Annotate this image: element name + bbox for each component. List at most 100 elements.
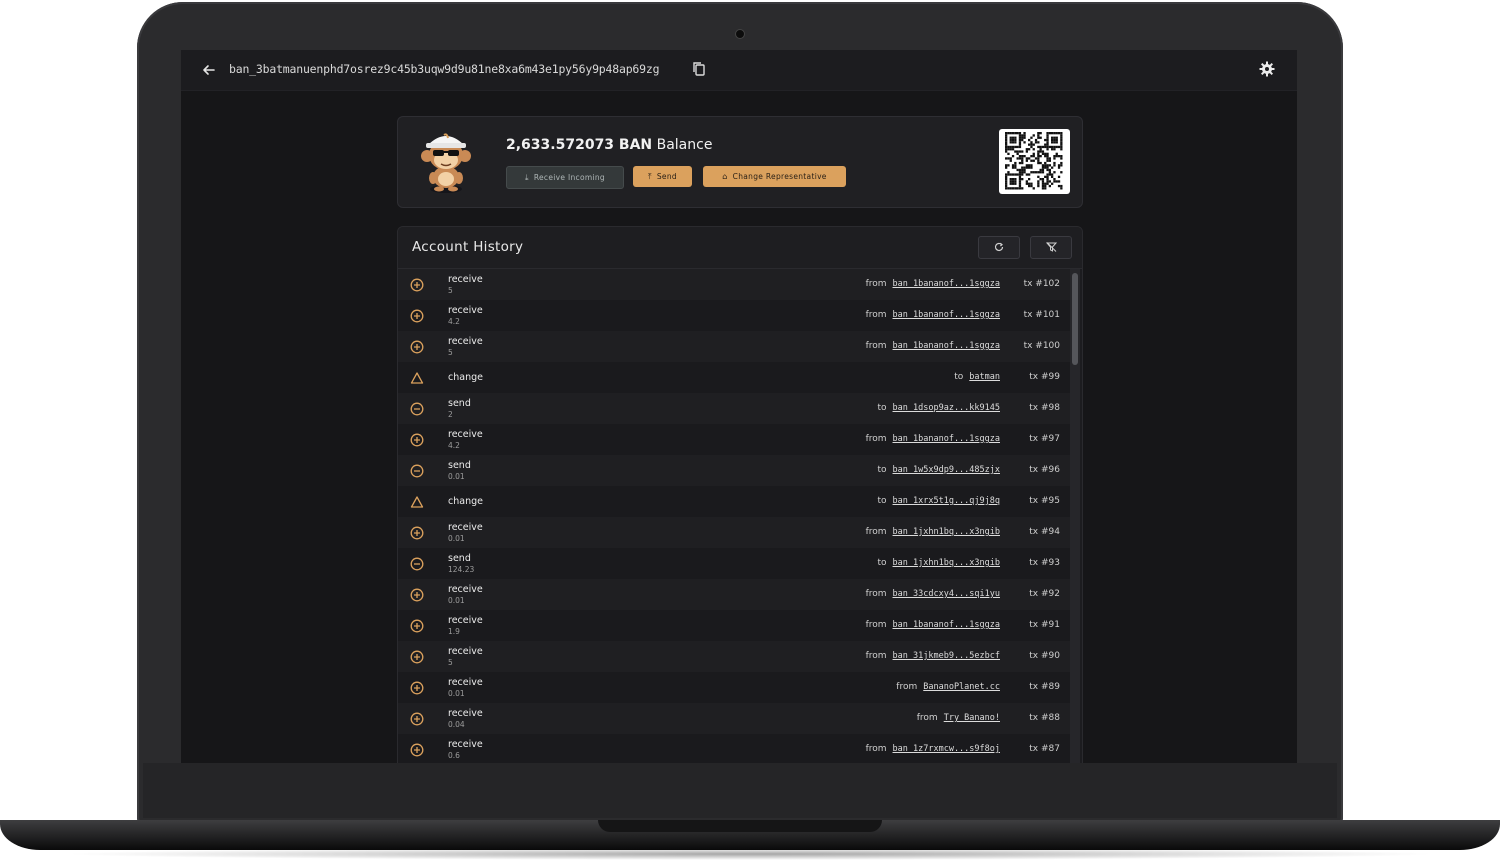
history-row[interactable]: receive 5 from ban_1bananof...1sggza tx #100: [398, 331, 1070, 362]
tx-address-link[interactable]: ban_1jxhn1bq...x3ngib: [893, 558, 1000, 568]
qr-code[interactable]: [999, 129, 1070, 194]
tx-type-icon: [410, 525, 424, 540]
tx-address-link[interactable]: Try Banano!: [944, 713, 1000, 723]
tx-address-link[interactable]: ban_1w5x9dp9...485zjx: [893, 465, 1000, 475]
tx-type-label: receive: [448, 677, 483, 688]
account-history-card: Account History receive 5 from ban_1bananof…: [397, 226, 1083, 763]
history-row[interactable]: send 124.23 to ban_1jxhn1bq...x3ngib tx #93: [398, 548, 1070, 579]
tx-type-label: send: [448, 398, 471, 409]
history-title: Account History: [412, 239, 524, 255]
tx-address-link[interactable]: BananoPlanet.cc: [923, 682, 1000, 692]
send-button[interactable]: ⤒ Send: [633, 166, 692, 187]
laptop-bezel: [143, 763, 1337, 818]
tx-address-link[interactable]: ban_1bananof...1sggza: [893, 620, 1000, 630]
tx-type-icon: [410, 556, 424, 571]
tx-number: tx #95: [1029, 496, 1060, 506]
tx-counterparty: to ban_1xrx5t1g...qj9j8q: [877, 496, 1000, 506]
tx-direction-label: from: [865, 310, 887, 320]
history-row[interactable]: send 2 to ban_1dsop9az...kk9145 tx #98: [398, 393, 1070, 424]
tx-type-icon: [410, 680, 424, 695]
receive-plus-icon: [410, 650, 424, 664]
tx-counterparty: from ban_1bananof...1sggza: [866, 620, 1000, 630]
tx-type-icon: [410, 742, 424, 757]
receive-incoming-button[interactable]: ⤓ Receive Incoming: [506, 166, 624, 189]
copy-icon: [693, 62, 705, 76]
tx-direction-label: from: [865, 341, 887, 351]
tx-type-label: receive: [448, 708, 483, 719]
tx-counterparty: to ban_1w5x9dp9...485zjx: [877, 465, 1000, 475]
tx-address-link[interactable]: ban_1bananof...1sggza: [893, 434, 1000, 444]
tx-address-link[interactable]: ban_31jkmeb9...5ezbcf: [893, 651, 1000, 661]
tx-direction-label: from: [865, 651, 887, 661]
tx-type-icon: [410, 308, 424, 323]
tx-type-icon: [410, 277, 424, 292]
history-row[interactable]: send 0.01 to ban_1w5x9dp9...485zjx tx #96: [398, 455, 1070, 486]
tx-type-label: change: [448, 372, 483, 383]
arrow-left-icon: [203, 65, 215, 75]
tx-type-icon: [410, 711, 424, 726]
refresh-button[interactable]: [978, 236, 1020, 259]
settings-button[interactable]: [1259, 61, 1277, 79]
tx-direction-label: from: [865, 434, 887, 444]
tx-counterparty: to ban_1jxhn1bq...x3ngib: [877, 558, 1000, 568]
copy-button[interactable]: [692, 61, 708, 77]
tx-number: tx #92: [1029, 589, 1060, 599]
tx-number: tx #101: [1023, 310, 1060, 320]
tx-type-icon: [410, 587, 424, 602]
receive-plus-icon: [410, 712, 424, 726]
history-row[interactable]: receive 5 from ban_31jkmeb9...5ezbcf tx #90: [398, 641, 1070, 672]
tx-counterparty: from ban_1bananof...1sggza: [866, 434, 1000, 444]
balance-display: 2,633.572073 BAN Balance: [506, 137, 712, 153]
tx-direction-label: to: [877, 496, 887, 506]
filter-button[interactable]: [1030, 236, 1072, 259]
tx-amount: 5: [448, 348, 453, 357]
tx-amount: 5: [448, 658, 453, 667]
tx-amount: 0.01: [448, 472, 465, 481]
tx-address-link[interactable]: batman: [969, 372, 1000, 382]
qr-code-image: [1005, 132, 1063, 190]
upload-icon: ⤒: [648, 172, 652, 181]
tx-address-link[interactable]: ban_1bananof...1sggza: [893, 341, 1000, 351]
tx-type-icon: [410, 463, 424, 478]
tx-number: tx #88: [1029, 713, 1060, 723]
history-list: receive 5 from ban_1bananof...1sggza tx #102…: [398, 269, 1070, 763]
tx-address-link[interactable]: ban_1bananof...1sggza: [893, 279, 1000, 289]
tx-number: tx #99: [1029, 372, 1060, 382]
tx-counterparty: from Try Banano!: [917, 713, 1000, 723]
tx-number: tx #93: [1029, 558, 1060, 568]
tx-direction-label: to: [877, 465, 887, 475]
history-row[interactable]: receive 5 from ban_1bananof...1sggza tx #102: [398, 269, 1070, 300]
history-row[interactable]: receive 0.04 from Try Banano! tx #88: [398, 703, 1070, 734]
history-row[interactable]: receive 0.01 from BananoPlanet.cc tx #89: [398, 672, 1070, 703]
tx-type-label: send: [448, 460, 471, 471]
history-row[interactable]: change to batman tx #99: [398, 362, 1070, 393]
history-scrollbar[interactable]: [1070, 269, 1080, 763]
back-button[interactable]: [199, 60, 219, 80]
tx-address-link[interactable]: ban_1xrx5t1g...qj9j8q: [893, 496, 1000, 506]
gear-icon: [1259, 61, 1275, 77]
scroll-thumb[interactable]: [1072, 273, 1078, 365]
tx-address-link[interactable]: ban_33cdcxy4...sqi1yu: [893, 589, 1000, 599]
tx-counterparty: from ban_1bananof...1sggza: [866, 279, 1000, 289]
tx-address-link[interactable]: ban_1z7rxmcw...s9f8oj: [893, 744, 1000, 754]
tx-number: tx #96: [1029, 465, 1060, 475]
history-row[interactable]: change to ban_1xrx5t1g...qj9j8q tx #95: [398, 486, 1070, 517]
tx-amount: 4.2: [448, 317, 460, 326]
history-row[interactable]: receive 0.01 from ban_1jxhn1bq...x3ngib tx #…: [398, 517, 1070, 548]
history-row[interactable]: receive 0.6 from ban_1z7rxmcw...s9f8oj tx #8…: [398, 734, 1070, 763]
tx-counterparty: from ban_31jkmeb9...5ezbcf: [866, 651, 1000, 661]
tx-address-link[interactable]: ban_1dsop9az...kk9145: [893, 403, 1000, 413]
tx-number: tx #98: [1029, 403, 1060, 413]
tx-type-label: receive: [448, 584, 483, 595]
history-row[interactable]: receive 1.9 from ban_1bananof...1sggza tx #9…: [398, 610, 1070, 641]
change-representative-button[interactable]: ⌂ Change Representative: [703, 166, 846, 187]
history-row[interactable]: receive 4.2 from ban_1bananof...1sggza tx #1…: [398, 300, 1070, 331]
history-header: Account History: [398, 227, 1082, 269]
receive-plus-icon: [410, 619, 424, 633]
account-address[interactable]: ban_3batmanuenphd7osrez9c45b3uqw9d9u81ne…: [229, 62, 660, 76]
tx-address-link[interactable]: ban_1jxhn1bq...x3ngib: [893, 527, 1000, 537]
tx-address-link[interactable]: ban_1bananof...1sggza: [893, 310, 1000, 320]
history-row[interactable]: receive 0.01 from ban_33cdcxy4...sqi1yu tx #…: [398, 579, 1070, 610]
tx-number: tx #97: [1029, 434, 1060, 444]
history-row[interactable]: receive 4.2 from ban_1bananof...1sggza tx #9…: [398, 424, 1070, 455]
